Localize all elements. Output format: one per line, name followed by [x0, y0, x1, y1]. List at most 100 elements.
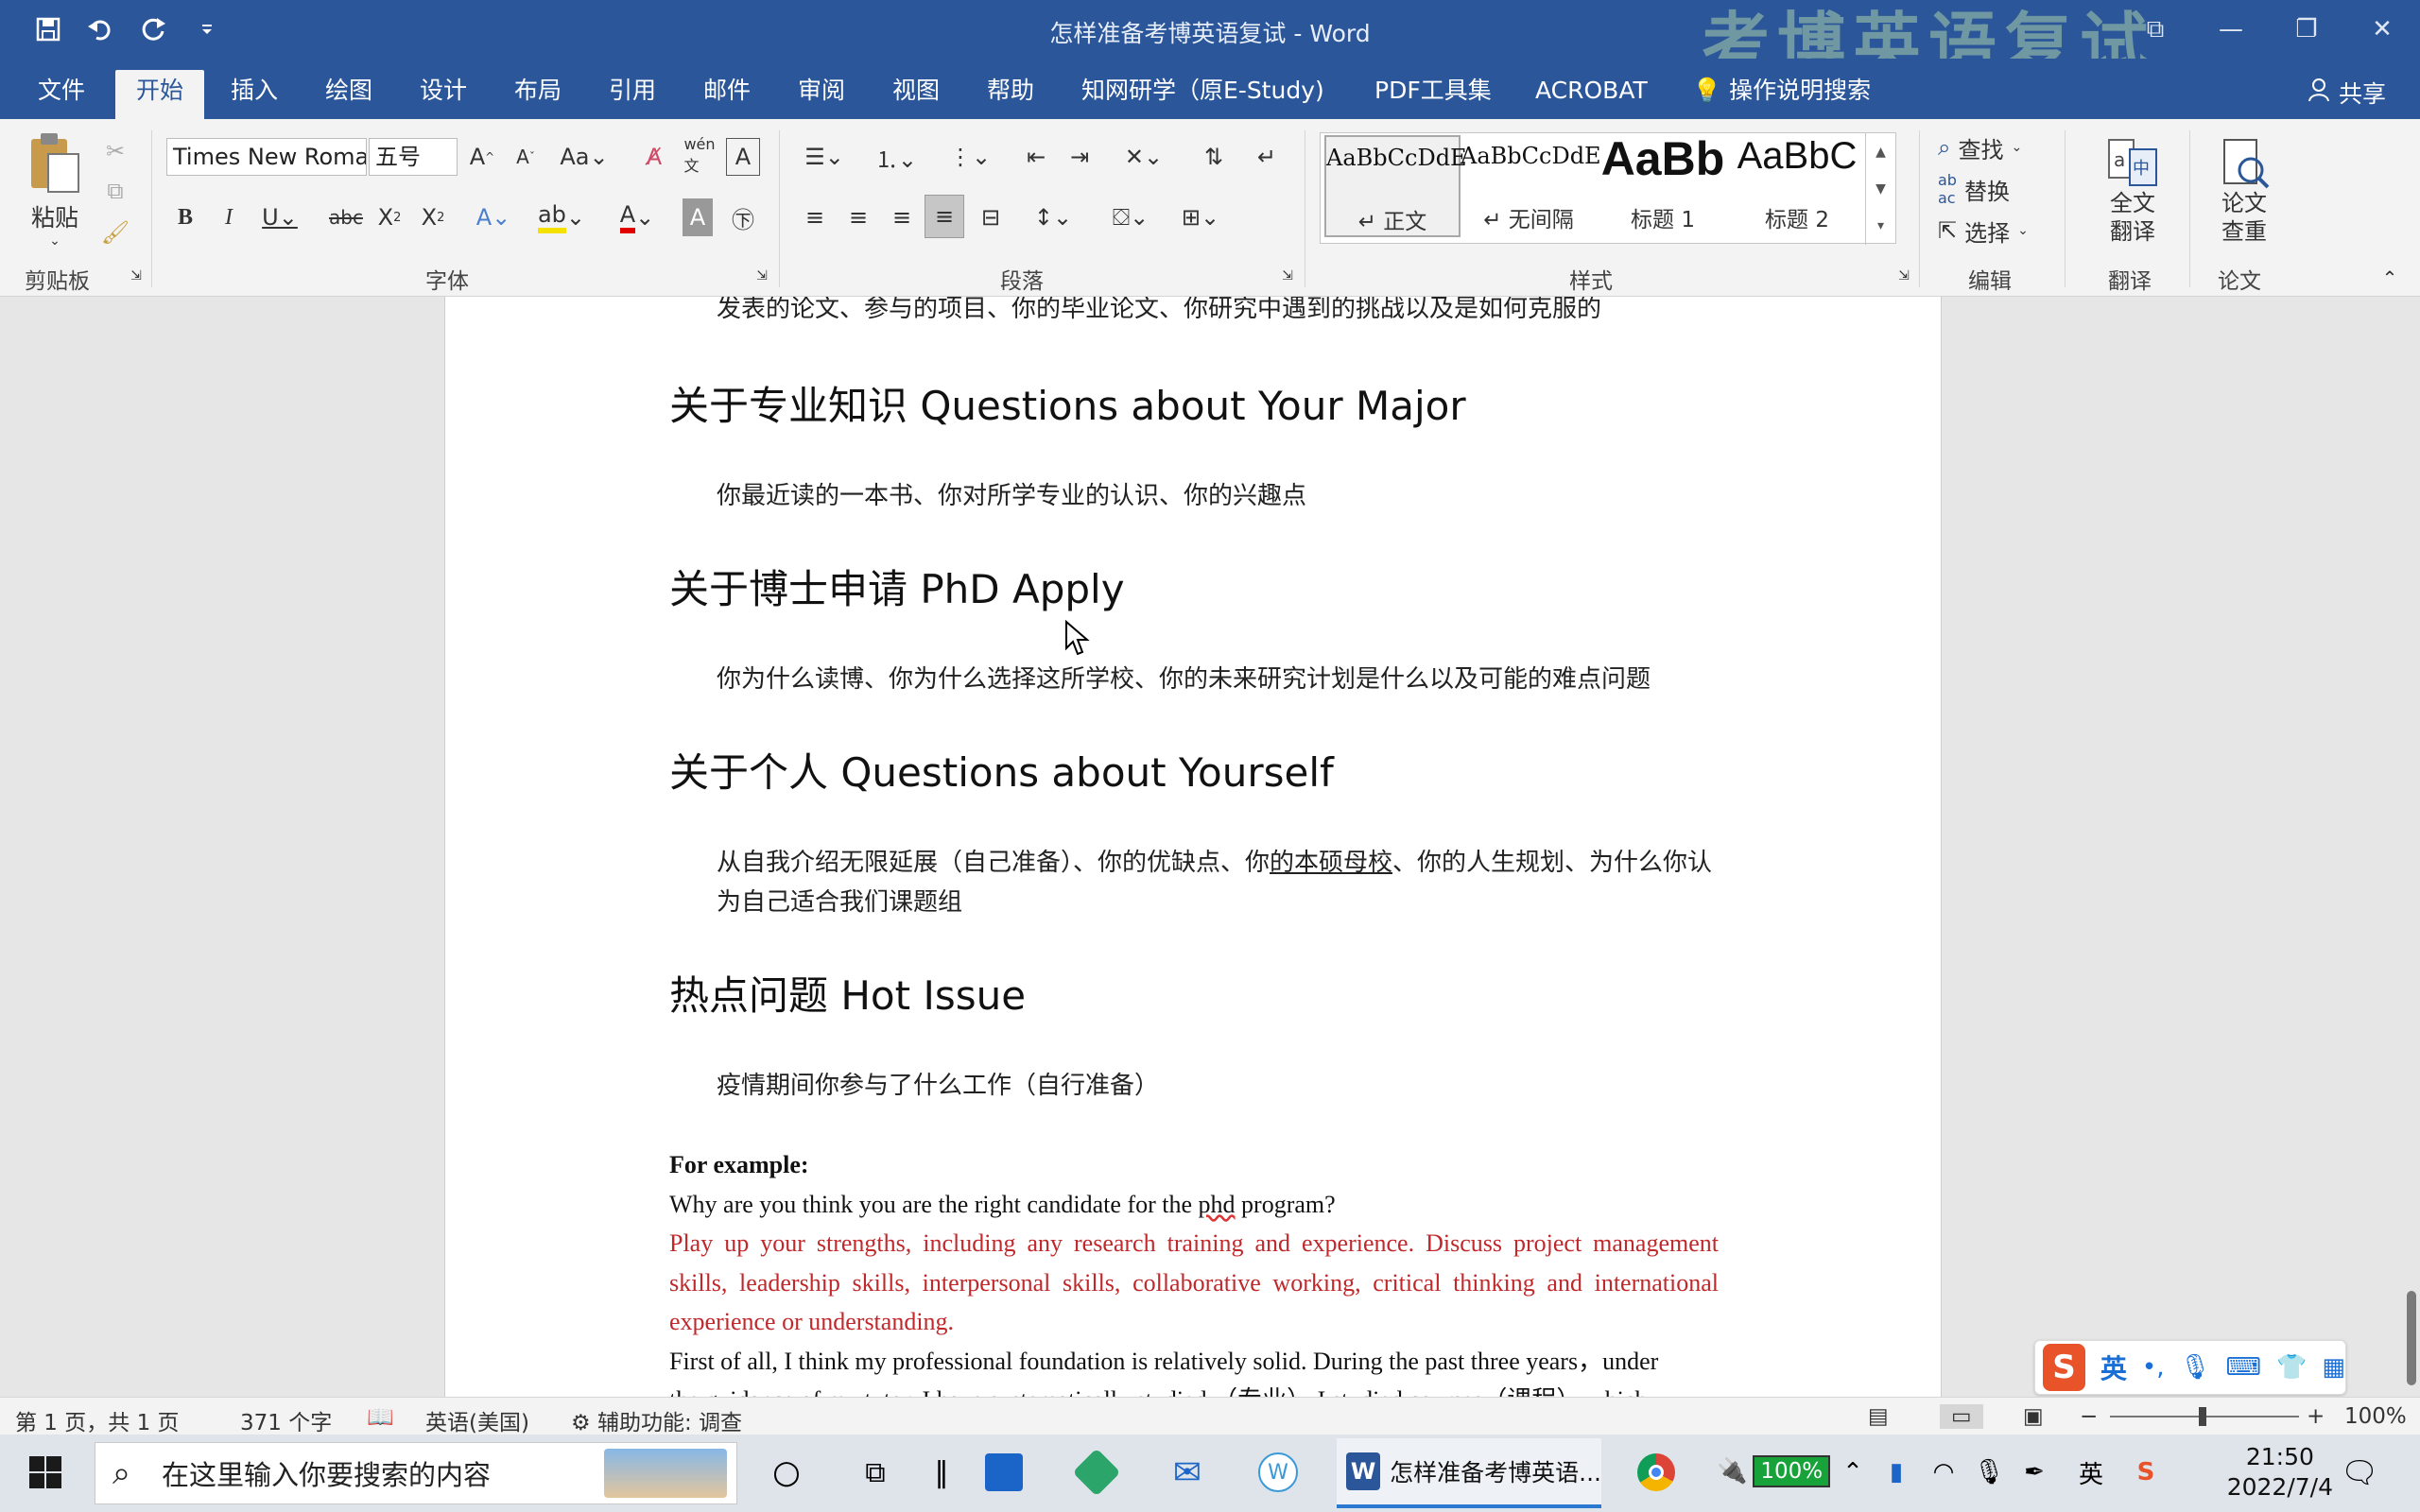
style-normal[interactable]: AaBbCcDdE ↵ 正文 [1324, 135, 1467, 237]
notification-icon[interactable]: 🗨 [2335, 1448, 2384, 1497]
font-size-box[interactable]: 五号 [369, 138, 458, 176]
numbering-icon[interactable]: ⒈⌄ [868, 138, 925, 176]
task-view-icon[interactable]: ⧉ [851, 1448, 900, 1497]
chevron-down-icon[interactable]: ▼ [1876, 181, 1886, 197]
share-button[interactable]: 共享 [2307, 76, 2386, 110]
tab-cnki[interactable]: 知网研学（原E-Study) [1061, 70, 1345, 119]
accessibility-indicator[interactable]: ⚙ 辅助功能: 调查 [571, 1404, 742, 1436]
justify-icon[interactable]: ≡ [925, 195, 964, 238]
style-heading-1[interactable]: AaBb 标题 1 [1595, 132, 1731, 237]
microphone-tray-icon[interactable]: 🎙 [1964, 1448, 2014, 1497]
zoom-out-icon[interactable]: − [2080, 1404, 2098, 1429]
toolbox-icon[interactable]: ▦ [2322, 1353, 2345, 1382]
ime-mode[interactable]: 英 [2100, 1349, 2127, 1386]
page-count[interactable]: 第 1 页，共 1 页 [15, 1404, 180, 1436]
keyboard-icon[interactable]: ⌨ [2226, 1353, 2262, 1382]
clock[interactable]: 21:50 2022/7/4 [2227, 1442, 2333, 1503]
phonetic-guide-icon[interactable]: wén 文 [683, 135, 717, 175]
full-translate-button[interactable]: a中 全文 翻译 [2080, 130, 2186, 253]
tab-layout[interactable]: 布局 [493, 70, 582, 119]
increase-indent-icon[interactable]: ⇥ [1063, 138, 1097, 176]
find-button[interactable]: ⌕ 查找 ⌄ [1938, 130, 2022, 164]
tab-view[interactable]: 视图 [872, 70, 960, 119]
styles-scroll[interactable]: ▲ ▼ ▾ [1865, 133, 1895, 245]
app-w-icon[interactable]: W [1253, 1448, 1303, 1497]
font-color-icon[interactable]: A ⌄ [609, 198, 666, 236]
underline-icon[interactable]: U⌄ [257, 198, 302, 236]
zoom-in-icon[interactable]: + [2307, 1404, 2325, 1429]
word-count[interactable]: 371 个字 [240, 1404, 332, 1436]
change-case-icon[interactable]: Aa⌄ [560, 138, 609, 176]
punctuation-icon[interactable]: •, [2142, 1353, 2165, 1382]
paper-check-button[interactable]: 论文 查重 [2197, 130, 2291, 253]
text-effects-icon[interactable]: A⌄ [473, 198, 514, 236]
line-spacing-icon[interactable]: ↕⌄ [1025, 198, 1081, 236]
sogou-tray-icon[interactable]: S [2121, 1448, 2170, 1497]
enclose-characters-icon[interactable]: ㊦ [726, 198, 760, 236]
cortana-icon[interactable]: ○ [762, 1448, 811, 1497]
superscript-icon[interactable]: X2 [418, 198, 448, 236]
align-right-icon[interactable]: ≡ [885, 198, 919, 236]
strikethrough-icon[interactable]: abc [329, 198, 363, 236]
minimize-button[interactable]: — [2193, 0, 2269, 59]
multilevel-list-icon[interactable]: ⋮⌄ [942, 138, 998, 176]
sogou-logo-icon[interactable]: S [2043, 1344, 2085, 1391]
pen-icon[interactable]: ✒ [2010, 1448, 2059, 1497]
tell-me-search[interactable]: 💡 操作说明搜索 [1692, 70, 1892, 119]
web-layout-icon[interactable]: ▣ [2023, 1404, 2044, 1429]
chevron-up-icon[interactable]: ▲ [1876, 145, 1886, 160]
ribbon-display-icon[interactable]: ⧉ [2118, 0, 2193, 59]
tab-pdf-tools[interactable]: PDF工具集 [1354, 70, 1512, 119]
italic-icon[interactable]: I [214, 198, 244, 236]
input-language[interactable]: 英 [2066, 1448, 2116, 1497]
close-button[interactable]: ✕ [2344, 0, 2420, 59]
collapse-ribbon-icon[interactable]: ⌃ [2378, 266, 2401, 289]
more-styles-icon[interactable]: ▾ [1877, 218, 1884, 233]
clear-formatting-icon[interactable]: A̸ [637, 138, 671, 176]
chrome-icon[interactable] [1632, 1448, 1681, 1497]
distributed-icon[interactable]: ⊟ [974, 198, 1008, 236]
borders-icon[interactable]: ⊞⌄ [1172, 198, 1229, 236]
zoom-level[interactable]: 100% [2344, 1404, 2407, 1429]
tab-insert[interactable]: 插入 [210, 70, 299, 119]
shrink-font-icon[interactable]: Aˇ [510, 138, 541, 176]
styles-launcher-icon[interactable]: ⇲ [1894, 266, 1913, 285]
show-marks-icon[interactable]: ↵ [1250, 138, 1284, 176]
read-mode-icon[interactable]: ▤ [1868, 1404, 1889, 1429]
proofing-icon[interactable]: 📖 [367, 1404, 394, 1430]
decrease-indent-icon[interactable]: ⇤ [1019, 138, 1053, 176]
tab-acrobat[interactable]: ACROBAT [1514, 70, 1668, 119]
select-button[interactable]: ⇱ 选择 ⌄ [1938, 214, 2029, 248]
taskbar-word-button[interactable]: W 怎样准备考博英语... [1337, 1438, 1601, 1508]
tab-home[interactable]: 开始 [115, 70, 205, 119]
tab-review[interactable]: 审阅 [777, 70, 866, 119]
tray-app-icon[interactable]: ▮ [1872, 1448, 1921, 1497]
skin-icon[interactable]: 👕 [2276, 1353, 2307, 1382]
tab-design[interactable]: 设计 [399, 70, 488, 119]
style-no-spacing[interactable]: AaBbCcDdE ↵ 无间隔 [1461, 135, 1601, 237]
align-center-icon[interactable]: ≡ [841, 198, 875, 236]
sort-icon[interactable]: ⇅ [1197, 138, 1231, 176]
paste-button[interactable]: 粘贴 ⌄ [19, 129, 91, 251]
replace-button[interactable]: ab ac 替换 [1938, 171, 2010, 207]
tab-draw[interactable]: 绘图 [304, 70, 393, 119]
highlight-color-icon[interactable]: ab ⌄ [533, 198, 590, 236]
align-left-icon[interactable]: ≡ [798, 198, 832, 236]
grow-font-icon[interactable]: A ^ [467, 138, 497, 176]
microphone-icon[interactable]: 🎙 [2180, 1353, 2211, 1382]
tab-mailings[interactable]: 邮件 [683, 70, 771, 119]
paragraph-launcher-icon[interactable]: ⇲ [1278, 266, 1297, 285]
wifi-icon[interactable]: ◠ [1919, 1448, 1968, 1497]
font-launcher-icon[interactable]: ⇲ [752, 266, 771, 285]
tab-file[interactable]: 文件 [17, 70, 106, 119]
app-green-icon[interactable] [1072, 1448, 1121, 1497]
shading-icon[interactable]: ⛋⌄ [1102, 198, 1159, 236]
copy-icon[interactable]: ⧉ [98, 174, 132, 208]
chevron-up-icon[interactable]: ⌃ [1828, 1448, 1877, 1497]
character-border-icon[interactable]: A [726, 138, 760, 176]
style-heading-2[interactable]: AaBbC 标题 2 [1729, 135, 1865, 237]
clipboard-launcher-icon[interactable]: ⇲ [127, 266, 146, 285]
restore-button[interactable]: ❐ [2269, 0, 2344, 59]
font-name-box[interactable]: Times New Roman [166, 138, 367, 176]
subscript-icon[interactable]: X2 [374, 198, 405, 236]
